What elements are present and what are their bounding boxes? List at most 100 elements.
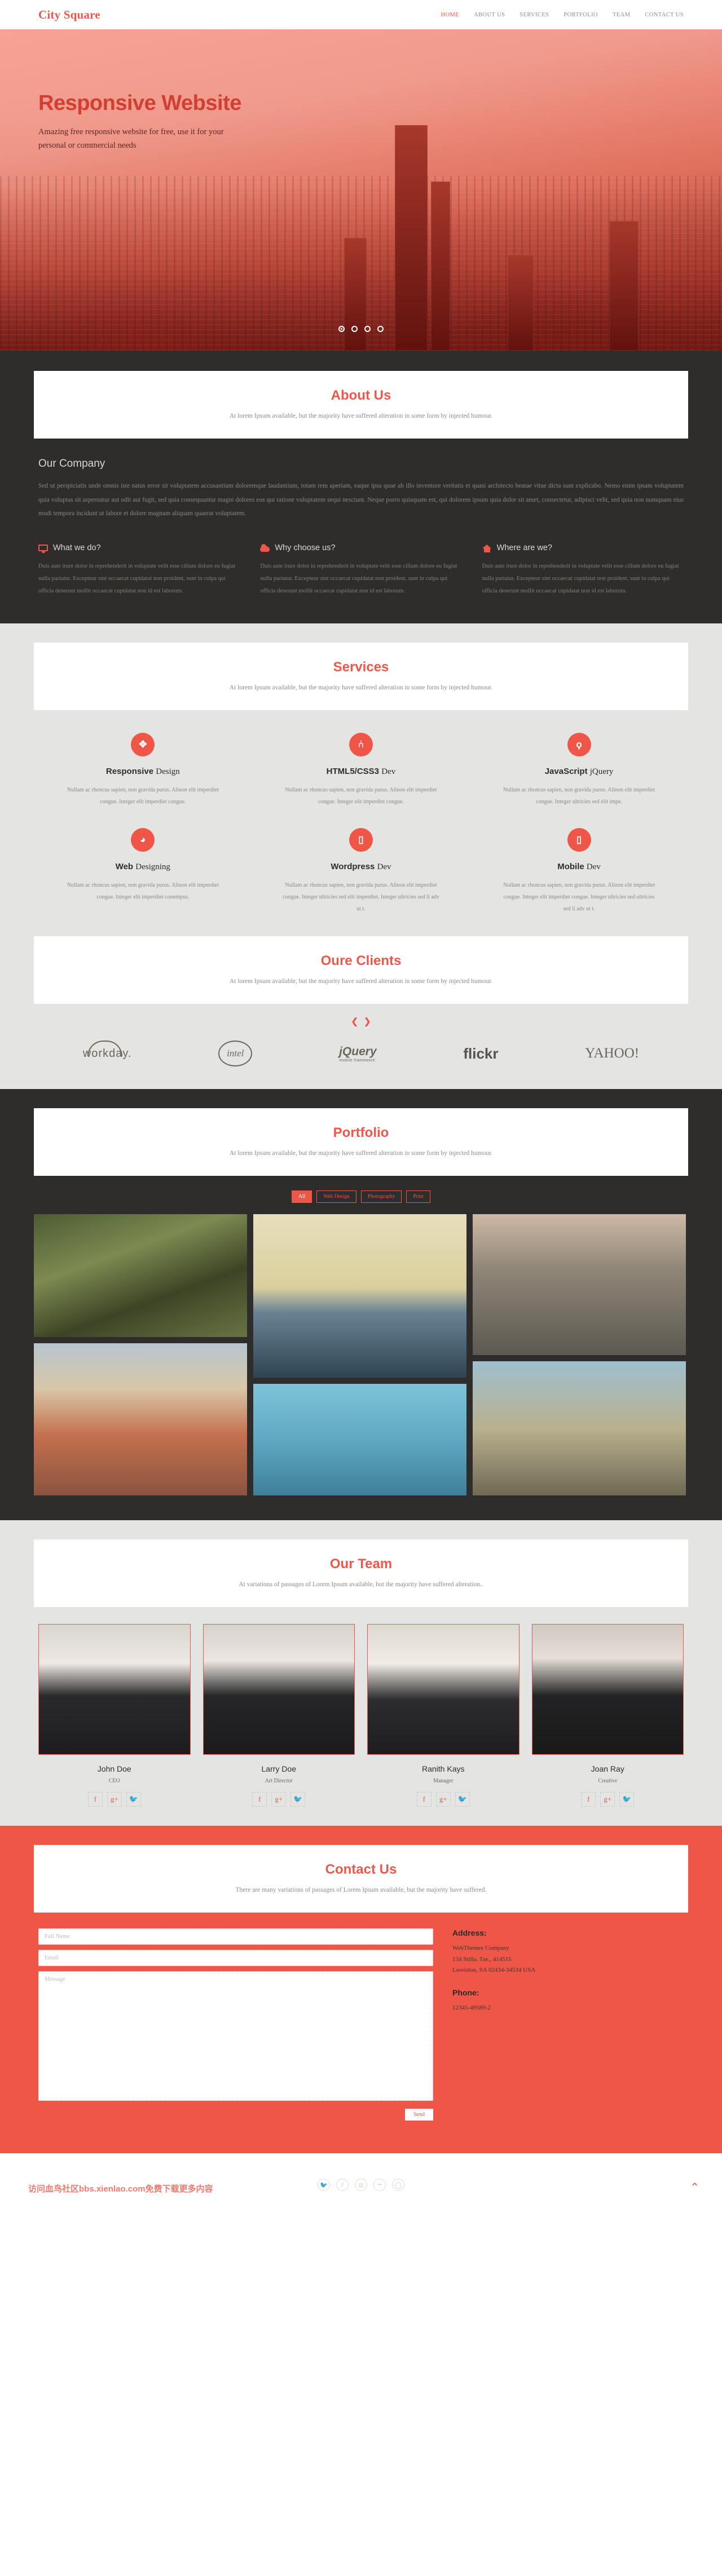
portfolio-filters: All Web Design Photography Print [0, 1190, 722, 1203]
carousel-dot-3[interactable] [364, 325, 371, 332]
facebook-icon[interactable]: f [252, 1792, 267, 1807]
carousel-dot-1[interactable] [338, 325, 345, 332]
paint-globe-icon: ◕ [131, 828, 155, 852]
google-plus-icon[interactable]: g+ [435, 1792, 451, 1807]
facebook-icon[interactable]: f [336, 2179, 349, 2192]
monitor-icon [38, 545, 48, 552]
twitter-icon[interactable]: 🐦 [619, 1792, 635, 1807]
service-name-light: Dev [586, 862, 601, 872]
hero-carousel-dots [0, 324, 722, 334]
about-col-text: Duis aute irure dolor in reprehenderit i… [260, 563, 457, 595]
team-member-photo [38, 1624, 191, 1755]
site-footer: 访问血鸟社区bbs.xienlao.com免费下载更多内容 🐦 f ◎ •• ◯… [0, 2153, 722, 2217]
contact-subtitle: There are many variations of passages of… [235, 1887, 487, 1894]
portfolio-subtitle: At lorem Ipsum available, but the majori… [229, 1150, 493, 1157]
hero-title: Responsive Website [38, 91, 241, 115]
team-member-photo [531, 1624, 684, 1755]
client-logo-workday: workday. [82, 1040, 132, 1060]
about-col-title: Where are we? [496, 543, 552, 553]
nav-item-about-us[interactable]: ABOUT US [474, 12, 505, 18]
client-logo-flickr: flickr [463, 1044, 499, 1062]
twitter-icon[interactable]: 🐦 [290, 1792, 306, 1807]
portfolio-item[interactable] [473, 1214, 686, 1356]
contact-form: Send [38, 1928, 433, 2121]
services-grid: ✥ Responsive Design Nullam ac rhoncus sa… [34, 725, 688, 927]
portfolio-filter-print[interactable]: Print [406, 1190, 430, 1203]
carousel-next-icon[interactable]: ❯ [364, 1016, 371, 1026]
nav-item-team[interactable]: TEAM [613, 12, 630, 18]
team-section: Our Team At variations of passages of Lo… [0, 1520, 722, 1826]
portfolio-filter-web-design[interactable]: Web Design [316, 1190, 356, 1203]
carousel-dot-4[interactable] [377, 325, 384, 332]
about-title: About Us [331, 388, 391, 403]
scroll-to-top-icon[interactable]: ⌃ [690, 2180, 699, 2194]
message-textarea[interactable] [38, 1971, 433, 2101]
portfolio-item[interactable] [253, 1384, 466, 1496]
portfolio-item[interactable] [253, 1214, 466, 1378]
portfolio-grid [34, 1214, 688, 1496]
nav-item-portfolio[interactable]: PORTFOLIO [563, 12, 598, 18]
service-name-light: Dev [381, 767, 396, 777]
nav-item-services[interactable]: SERVICES [520, 12, 549, 18]
team-member-socials: f g+ 🐦 [532, 1792, 684, 1807]
client-logos: workday. intel jQuery mobile framework. … [0, 1037, 722, 1067]
carousel-prev-icon[interactable]: ❮ [351, 1016, 358, 1026]
service-name-strong: Web [115, 862, 134, 872]
portfolio-item[interactable] [473, 1361, 686, 1496]
portfolio-title: Portfolio [333, 1125, 389, 1141]
portfolio-header-card: Portfolio At lorem Ipsum available, but … [34, 1108, 688, 1176]
service-text: Nullam ac rhoncus sapien, non gravida pu… [67, 882, 219, 901]
facebook-icon[interactable]: f [87, 1792, 103, 1807]
twitter-icon[interactable]: 🐦 [318, 2179, 330, 2192]
client-logo-intel: intel [218, 1041, 253, 1067]
full-name-input[interactable] [38, 1928, 433, 1945]
service-card-responsive-design[interactable]: ✥ Responsive Design Nullam ac rhoncus sa… [34, 725, 252, 820]
client-logo-jquery-text: jQuery [339, 1044, 377, 1058]
google-plus-icon[interactable]: g+ [271, 1792, 287, 1807]
about-subtitle: At lorem Ipsum available, but the majori… [229, 413, 493, 419]
portfolio-filter-photography[interactable]: Photography [360, 1190, 402, 1203]
portfolio-item[interactable] [34, 1343, 247, 1496]
services-title: Services [333, 660, 389, 675]
flickr-icon[interactable]: •• [373, 2179, 386, 2192]
nav-item-contact-us[interactable]: CONTACT US [645, 12, 684, 18]
contact-address-block: Address: WebThemez Company 134 Stilla. T… [452, 1928, 535, 2121]
nav-item-home[interactable]: HOME [441, 12, 460, 18]
team-member-role: CEO [108, 1778, 120, 1785]
twitter-icon[interactable]: 🐦 [455, 1792, 470, 1807]
team-member-role: Creative [598, 1778, 618, 1785]
team-member-socials: f g+ 🐦 [38, 1792, 191, 1807]
about-header-card: About Us At lorem Ipsum available, but t… [34, 371, 688, 439]
portfolio-item[interactable] [34, 1214, 247, 1338]
team-member: John Doe CEO f g+ 🐦 [38, 1624, 191, 1807]
service-card-mobile-dev[interactable]: ▯ Mobile Dev Nullam ac rhoncus sapien, n… [470, 820, 688, 927]
contact-title: Contact Us [325, 1862, 397, 1878]
dribbble-icon[interactable]: ◎ [355, 2179, 367, 2192]
main-nav: HOME ABOUT US SERVICES PORTFOLIO TEAM CO… [441, 12, 684, 18]
facebook-icon[interactable]: f [416, 1792, 432, 1807]
google-plus-icon[interactable]: g+ [107, 1792, 122, 1807]
team-member: Ranith Kays Manager f g+ 🐦 [367, 1624, 520, 1807]
service-name-strong: Mobile [557, 862, 584, 872]
twitter-icon[interactable]: 🐦 [126, 1792, 141, 1807]
about-column-why-choose-us: Why choose us? Duis aute irure dolor in … [260, 543, 461, 597]
service-text: Nullam ac rhoncus sapien, non gravida pu… [503, 787, 655, 805]
facebook-icon[interactable]: f [581, 1792, 596, 1807]
email-input[interactable] [38, 1950, 433, 1967]
service-card-wordpress-dev[interactable]: ▯ Wordpress Dev Nullam ac rhoncus sapien… [252, 820, 470, 927]
github-icon[interactable]: ◯ [392, 2179, 404, 2192]
google-plus-icon[interactable]: g+ [600, 1792, 615, 1807]
site-logo[interactable]: City Square [38, 8, 100, 22]
service-name-light: jQuery [589, 767, 614, 777]
team-member-role: Manager [433, 1778, 454, 1785]
portfolio-filter-all[interactable]: All [292, 1190, 312, 1203]
service-card-html5-css3-dev[interactable]: ⑃ HTML5/CSS3 Dev Nullam ac rhoncus sapie… [252, 725, 470, 820]
team-member-socials: f g+ 🐦 [203, 1792, 355, 1807]
service-card-javascript-jquery[interactable]: ϙ JavaScript jQuery Nullam ac rhoncus sa… [470, 725, 688, 820]
carousel-dot-2[interactable] [351, 325, 358, 332]
hero-subtitle: Amazing free responsive website for free… [38, 127, 224, 150]
send-button[interactable]: Send [405, 2109, 433, 2121]
service-card-web-designing[interactable]: ◕ Web Designing Nullam ac rhoncus sapien… [34, 820, 252, 927]
service-name-light: Design [156, 767, 180, 777]
client-logo-jquery-mobile: jQuery mobile framework. [339, 1045, 377, 1063]
